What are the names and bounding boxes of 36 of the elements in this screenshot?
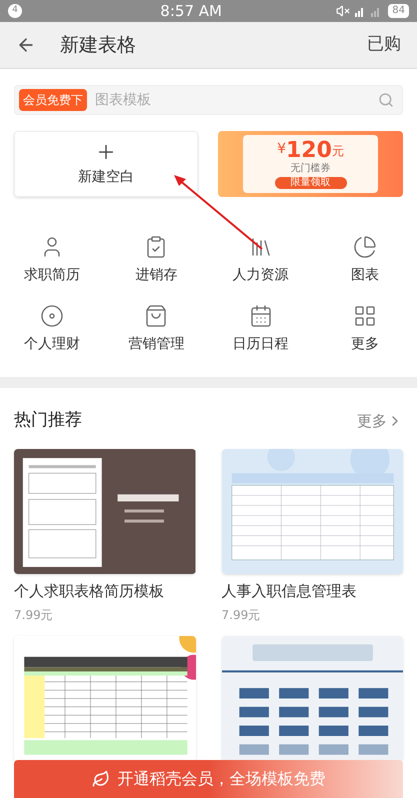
category-item[interactable]: 图表	[312, 235, 417, 286]
calendar-icon	[248, 304, 273, 328]
category-item[interactable]: 营销管理	[104, 304, 208, 355]
purchased-button[interactable]: 已购	[367, 32, 401, 58]
coupon-caption: 无门槛券	[290, 163, 330, 175]
member-free-badge: 会员免费下	[19, 89, 87, 111]
amount-unit: 元	[332, 143, 344, 160]
page-title: 新建表格	[60, 32, 136, 58]
leaf-icon	[92, 770, 110, 788]
currency-sign: ¥	[277, 140, 286, 159]
category-item[interactable]: 个人理财	[0, 304, 104, 355]
mute-icon	[336, 4, 350, 18]
category-item[interactable]: 日历日程	[208, 304, 313, 355]
status-time: 8:57 AM	[159, 0, 223, 22]
category-item[interactable]: 人力资源	[208, 235, 313, 286]
template-title[interactable]: 人事入职信息管理表	[222, 580, 403, 602]
more-link[interactable]: 更多	[357, 410, 403, 432]
pie-chart-icon	[352, 235, 377, 259]
bag-icon	[144, 304, 168, 328]
search-input[interactable]: 图表模板	[95, 90, 378, 110]
category-item[interactable]: 更多	[312, 304, 417, 355]
grid-icon	[352, 304, 377, 328]
category-item[interactable]: 进销存	[104, 235, 208, 286]
search-icon	[378, 92, 394, 108]
disc-icon	[40, 304, 64, 328]
new-blank-card[interactable]: 新建空白	[14, 131, 198, 197]
category-item[interactable]: 求职简历	[0, 235, 104, 286]
battery-level: 84	[388, 4, 409, 18]
membership-banner[interactable]: 开通稻壳会员，全场模板免费	[14, 760, 403, 798]
template-price: 7.99元	[14, 607, 54, 624]
notification-count: 4	[8, 4, 22, 18]
coupon-amount: 120	[286, 139, 332, 163]
section-title: 热门推荐	[14, 409, 82, 432]
template-title[interactable]: 个人求职表格简历模板	[14, 580, 196, 602]
coupon-banner[interactable]: ¥120元 无门槛券 限量领取	[218, 131, 403, 197]
template-price: 7.99元	[222, 607, 262, 624]
